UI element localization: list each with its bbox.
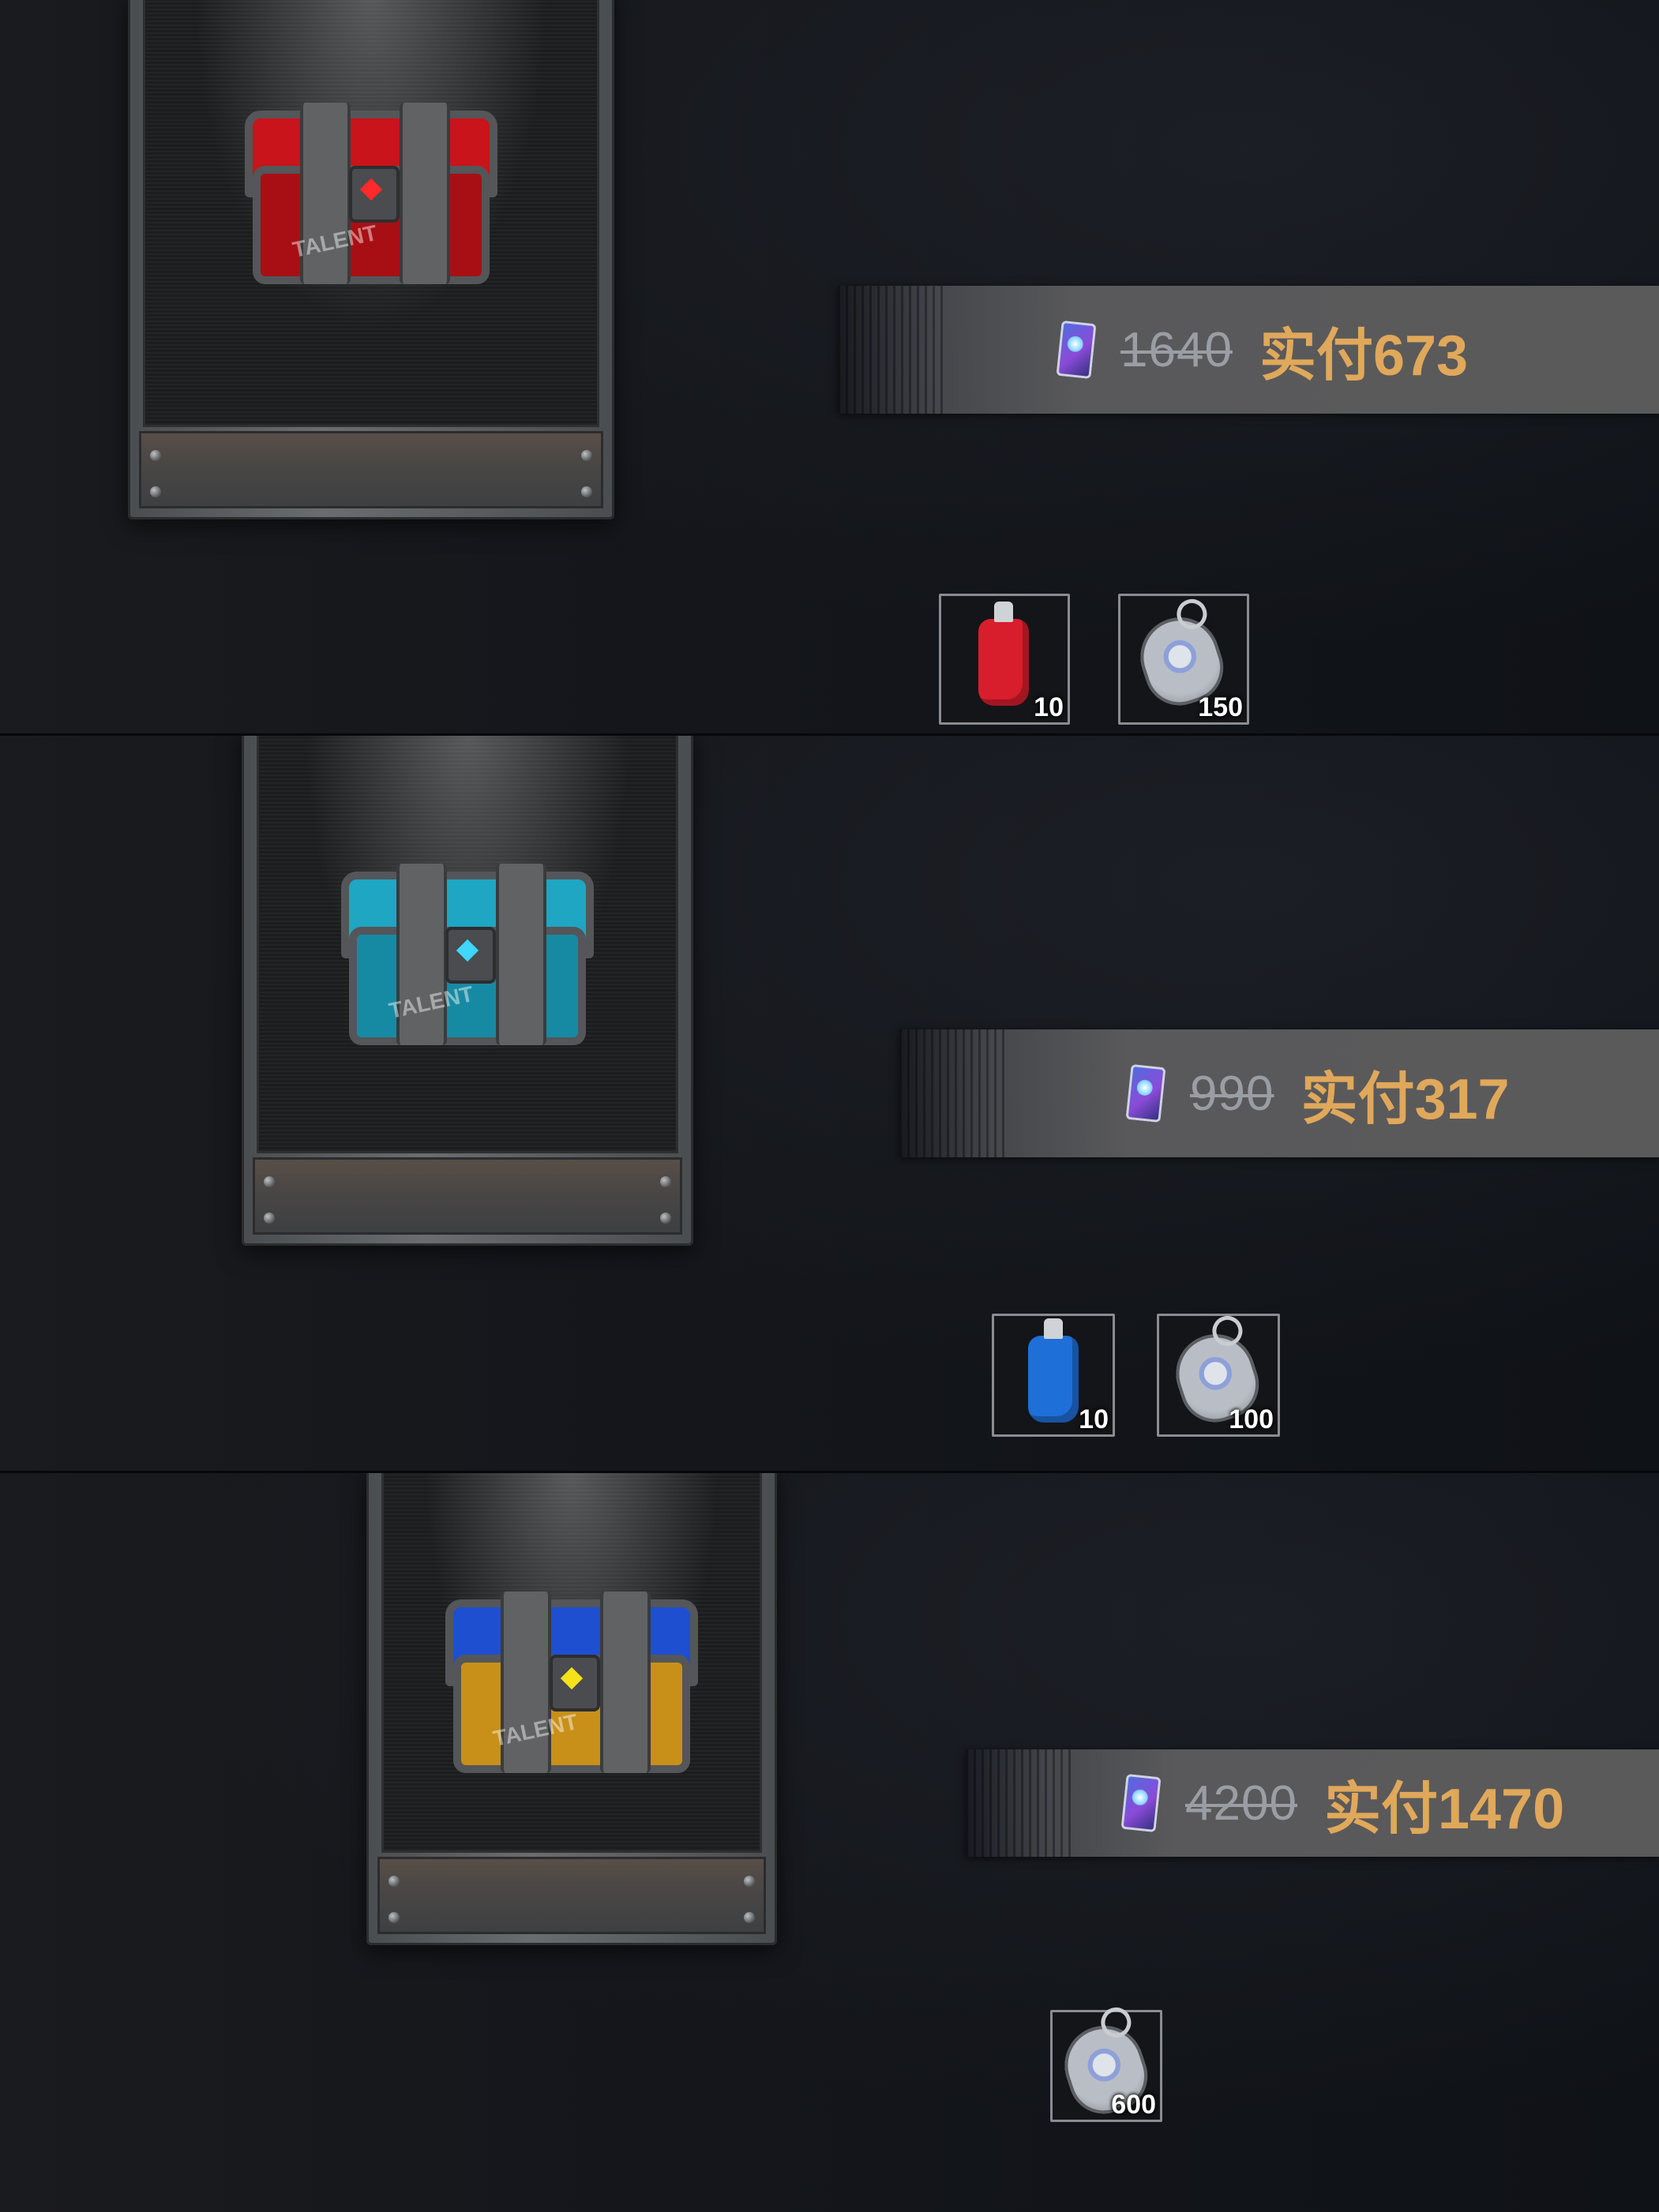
blue-spray-bottle-icon [1028, 1318, 1079, 1423]
ticket-currency-icon [1120, 1773, 1162, 1833]
reward-slot[interactable]: 600 [1050, 2010, 1162, 2123]
final-price: 实付317 [1301, 1067, 1510, 1131]
ticket-currency-icon [1056, 320, 1097, 380]
reward-quantity: 100 [1229, 1404, 1274, 1434]
reward-quantity: 600 [1111, 2090, 1156, 2120]
chest-showcase-1[interactable]: TALENT [128, 0, 614, 519]
price-bar-3[interactable]: 4200 实付1470 [966, 1749, 1659, 1857]
offer-panel-2: TALENT 990 实付317 10 100 [0, 736, 1659, 1473]
red-chest-icon: TALENT [245, 103, 497, 292]
blue-yellow-chest-icon: TALENT [445, 1592, 698, 1781]
offer-panel-1: TALENT 1640 实付673 10 150 [0, 0, 1659, 736]
bolt-icon [744, 1876, 755, 1887]
reward-quantity: 150 [1198, 692, 1243, 722]
chest-showcase-3[interactable]: TALENT [366, 1473, 777, 1945]
offer-panel-3: TALENT 4200 实付1470 600 [0, 1473, 1659, 2212]
reward-slot[interactable]: 150 [1118, 594, 1249, 725]
showcase-plate [253, 1157, 682, 1235]
reward-quantity: 10 [1034, 692, 1064, 722]
red-spray-bottle-icon [978, 602, 1029, 706]
bolt-icon [660, 1213, 671, 1224]
reward-quantity: 10 [1079, 1404, 1109, 1434]
bolt-icon [150, 450, 161, 461]
showcase-plate [139, 431, 603, 508]
bolt-icon [388, 1876, 400, 1887]
price-bar-1[interactable]: 1640 实付673 [838, 286, 1659, 414]
bolt-icon [660, 1176, 671, 1187]
chest-showcase-2[interactable]: TALENT [242, 736, 693, 1246]
original-price: 990 [1190, 1066, 1274, 1121]
bolt-icon [264, 1176, 275, 1187]
showcase-plate [377, 1857, 766, 1934]
bolt-icon [581, 486, 592, 497]
final-price: 实付673 [1259, 324, 1469, 388]
bolt-icon [388, 1912, 400, 1923]
original-price: 4200 [1185, 1775, 1297, 1831]
reward-slot[interactable]: 10 [992, 1314, 1115, 1437]
bolt-icon [264, 1213, 275, 1224]
reward-slot[interactable]: 100 [1157, 1314, 1280, 1437]
cyan-chest-icon: TALENT [341, 864, 594, 1053]
price-bar-2[interactable]: 990 实付317 [899, 1029, 1659, 1157]
bolt-icon [744, 1912, 755, 1923]
original-price: 1640 [1120, 322, 1233, 377]
ticket-currency-icon [1125, 1063, 1166, 1123]
bolt-icon [150, 486, 161, 497]
bolt-icon [581, 450, 592, 461]
final-price: 实付1470 [1323, 1777, 1565, 1841]
reward-slot[interactable]: 10 [939, 594, 1070, 725]
